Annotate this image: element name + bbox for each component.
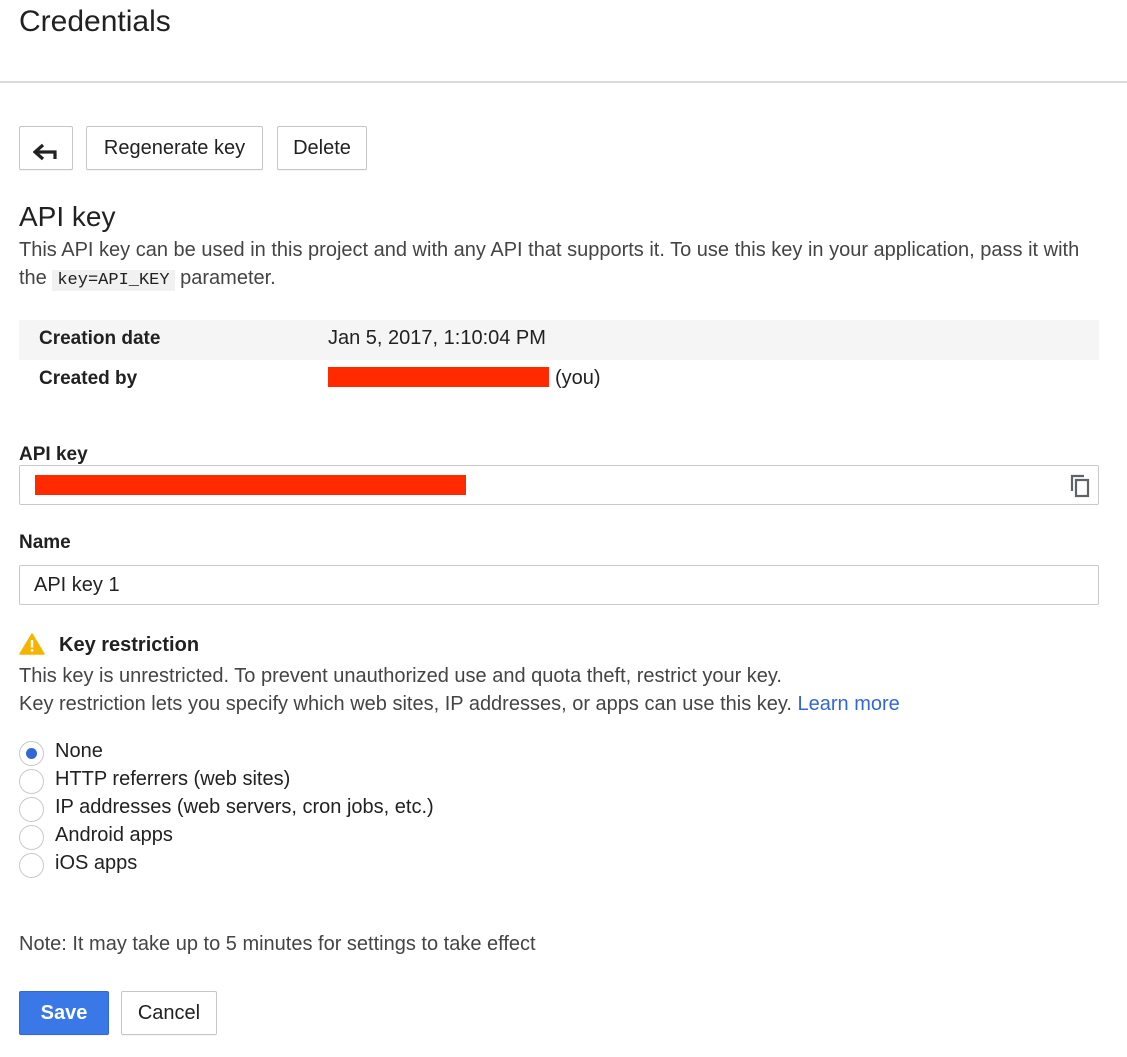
settings-note: Note: It may take up to 5 minutes for se… <box>19 933 536 955</box>
api-key-field[interactable] <box>19 465 1099 505</box>
api-key-description: This API key can be used in this project… <box>19 236 1109 295</box>
cancel-button[interactable]: Cancel <box>121 991 217 1035</box>
restriction-line-1: This key is unrestricted. To prevent una… <box>19 665 782 687</box>
radio-label: HTTP referrers (web sites) <box>55 768 291 790</box>
page-title: Credentials <box>19 5 171 38</box>
creator-redaction <box>328 366 549 387</box>
restriction-line-2: Key restriction lets you specify which w… <box>19 693 798 715</box>
creation-date-label: Creation date <box>39 328 161 349</box>
regenerate-key-button[interactable]: Regenerate key <box>86 126 263 170</box>
radio-label: iOS apps <box>55 852 138 874</box>
copy-icon[interactable] <box>1068 473 1092 499</box>
radio-button[interactable] <box>19 853 44 878</box>
name-label: Name <box>19 532 71 553</box>
api-key-redaction <box>35 475 466 495</box>
info-table: Creation date Jan 5, 2017, 1:10:04 PM Cr… <box>19 320 1099 400</box>
delete-button[interactable]: Delete <box>277 126 367 170</box>
radio-label: IP addresses (web servers, cron jobs, et… <box>55 796 434 818</box>
key-restriction-title: Key restriction <box>59 634 200 656</box>
radio-label: Android apps <box>55 824 173 846</box>
learn-more-link[interactable]: Learn more <box>798 693 900 715</box>
radio-button-checked[interactable] <box>19 741 44 766</box>
created-by-label: Created by <box>39 368 138 389</box>
description-text-2: parameter. <box>174 267 276 289</box>
created-by-value: (you) <box>328 366 601 390</box>
info-row-created-by: Created by (you) <box>19 360 1099 400</box>
info-row-creation-date: Creation date Jan 5, 2017, 1:10:04 PM <box>19 320 1099 360</box>
radio-label: None <box>55 740 103 762</box>
restriction-line-2-container: Key restriction lets you specify which w… <box>19 690 1109 718</box>
back-arrow-icon <box>33 143 57 161</box>
creation-date-value: Jan 5, 2017, 1:10:04 PM <box>328 327 546 349</box>
api-key-label: API key <box>19 444 88 465</box>
page-header: Credentials <box>0 0 1127 83</box>
name-input[interactable] <box>19 565 1099 605</box>
warning-icon <box>19 633 45 655</box>
section-title: API key <box>19 201 116 232</box>
save-button[interactable]: Save <box>19 991 109 1035</box>
created-by-suffix: (you) <box>555 367 601 389</box>
key-restriction-description: This key is unrestricted. To prevent una… <box>19 662 1109 718</box>
radio-button[interactable] <box>19 769 44 794</box>
code-snippet: key=API_KEY <box>52 270 175 291</box>
back-button[interactable] <box>19 126 73 170</box>
radio-button[interactable] <box>19 797 44 822</box>
radio-button[interactable] <box>19 825 44 850</box>
